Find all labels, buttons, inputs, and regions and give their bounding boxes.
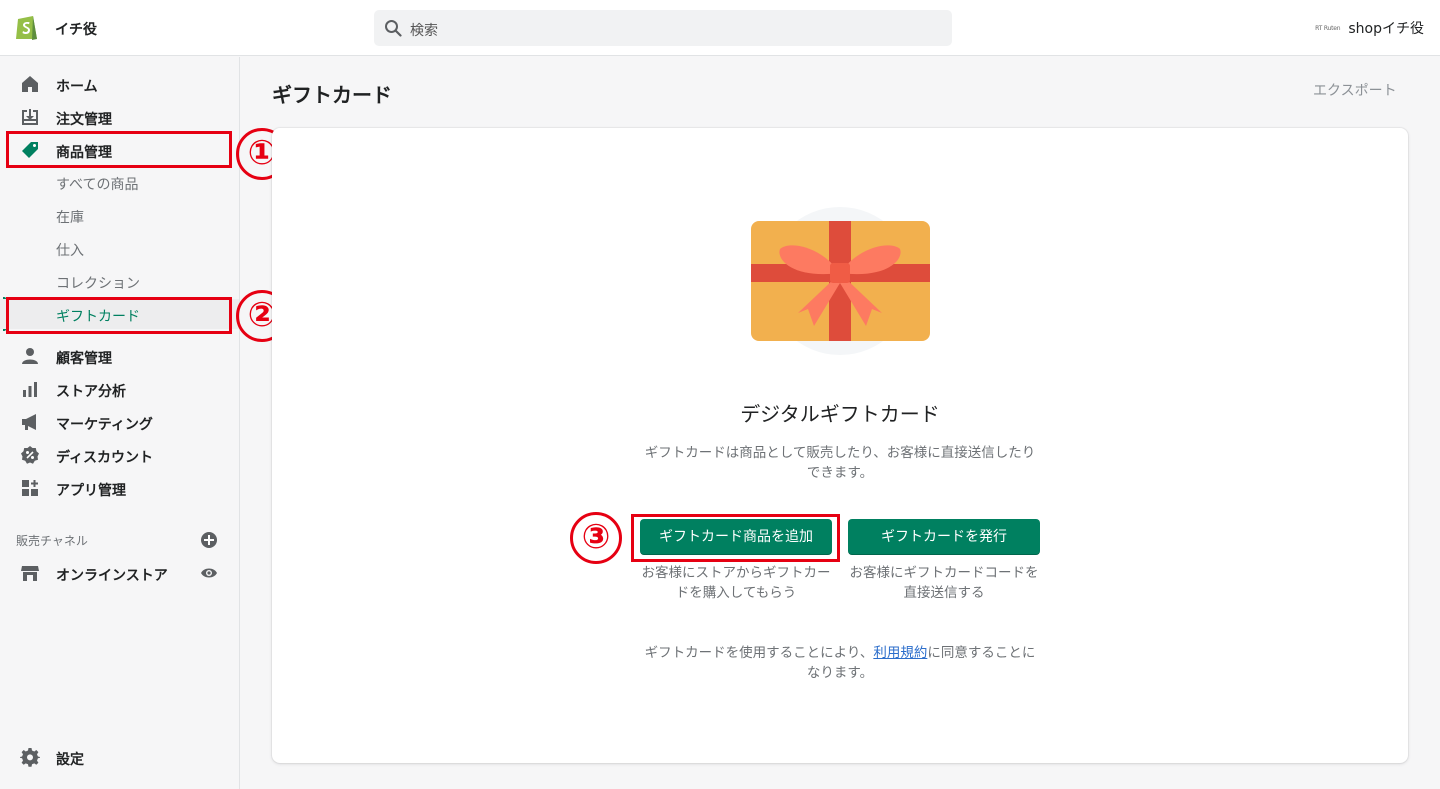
add-channel-icon[interactable] xyxy=(200,531,218,549)
search-input[interactable]: 検索 xyxy=(374,10,952,46)
sidebar-subitem-collections[interactable]: コレクション xyxy=(0,266,239,296)
issue-gift-card-button[interactable]: ギフトカードを発行 xyxy=(848,519,1040,555)
issue-gift-card-note: お客様にギフトカードコードを直接送信する xyxy=(849,565,1039,601)
annotation-step-3: ③ xyxy=(570,512,622,564)
add-gift-card-note: お客様にストアからギフトカードを購入してもらう xyxy=(641,565,831,601)
sidebar-item-home[interactable]: ホーム xyxy=(0,68,239,98)
eye-icon[interactable] xyxy=(200,564,218,582)
sidebar-item-orders[interactable]: 注文管理 xyxy=(0,101,239,131)
megaphone-icon xyxy=(22,414,36,430)
sidebar-item-label: マーケティング xyxy=(56,417,153,433)
terms-notice: ギフトカードを使用することにより、利用規約に同意することになります。 xyxy=(640,643,1040,683)
annotation-box-gift-cards xyxy=(6,297,232,334)
sidebar-subitem-label: すべての商品 xyxy=(56,177,139,193)
sidebar-item-label: 設定 xyxy=(56,752,84,768)
sidebar-item-discounts[interactable]: ディスカウント xyxy=(0,439,239,469)
annotation-box-products xyxy=(6,131,232,168)
sidebar-item-label: ストア分析 xyxy=(56,384,126,400)
customer-icon xyxy=(22,348,38,364)
sales-channels-heading: 販売チャネル xyxy=(16,534,88,548)
sidebar-item-settings[interactable]: 設定 xyxy=(0,741,239,771)
account-name: shopイチ役 xyxy=(1348,21,1424,37)
sidebar-item-apps[interactable]: アプリ管理 xyxy=(0,472,239,502)
sidebar-item-label: 顧客管理 xyxy=(56,351,112,367)
search-placeholder: 検索 xyxy=(410,23,438,39)
store-icon xyxy=(21,566,39,581)
home-icon xyxy=(22,76,38,92)
annotation-box-add-gift-card xyxy=(631,514,840,562)
shopify-logo-icon[interactable] xyxy=(13,12,41,42)
discount-icon xyxy=(21,446,39,464)
sidebar-item-customers[interactable]: 顧客管理 xyxy=(0,340,239,370)
top-bar: イチ役 検索 RT Ruten shopイチ役 xyxy=(0,0,1440,56)
sidebar-subitem-label: 仕入 xyxy=(56,243,84,259)
sidebar-item-label: オンラインストア xyxy=(56,568,168,584)
sidebar-subitem-purchase[interactable]: 仕入 xyxy=(0,233,239,263)
sidebar-item-analytics[interactable]: ストア分析 xyxy=(0,373,239,403)
search-icon xyxy=(385,20,402,37)
sidebar-subitem-label: 在庫 xyxy=(56,210,84,226)
sidebar-item-label: ディスカウント xyxy=(56,450,154,466)
gear-icon xyxy=(20,748,40,767)
analytics-icon xyxy=(23,382,37,397)
terms-text-before: ギフトカードを使用することにより、 xyxy=(644,645,874,661)
empty-state-title: デジタルギフトカード xyxy=(740,402,940,426)
sidebar-item-label: 注文管理 xyxy=(56,112,112,128)
account-brand-logo: RT Ruten xyxy=(1315,24,1341,32)
sidebar-item-marketing[interactable]: マーケティング xyxy=(0,406,239,436)
account-menu[interactable]: RT Ruten shopイチ役 xyxy=(1315,18,1424,38)
sidebar-subitem-label: コレクション xyxy=(56,276,140,292)
sidebar-item-label: ホーム xyxy=(56,79,98,95)
gift-card-illustration xyxy=(751,207,930,355)
terms-link[interactable]: 利用規約 xyxy=(873,645,927,661)
sidebar-subitem-all-products[interactable]: すべての商品 xyxy=(0,167,239,197)
page-title: ギフトカード xyxy=(272,83,392,107)
apps-icon xyxy=(22,480,38,496)
empty-state-description: ギフトカードは商品として販売したり、お客様に直接送信したりできます。 xyxy=(644,445,1036,481)
store-name[interactable]: イチ役 xyxy=(55,19,97,39)
export-button[interactable]: エクスポート xyxy=(1313,80,1397,100)
orders-icon xyxy=(22,109,38,125)
sidebar-item-label: アプリ管理 xyxy=(56,483,126,499)
sidebar-subitem-inventory[interactable]: 在庫 xyxy=(0,200,239,230)
